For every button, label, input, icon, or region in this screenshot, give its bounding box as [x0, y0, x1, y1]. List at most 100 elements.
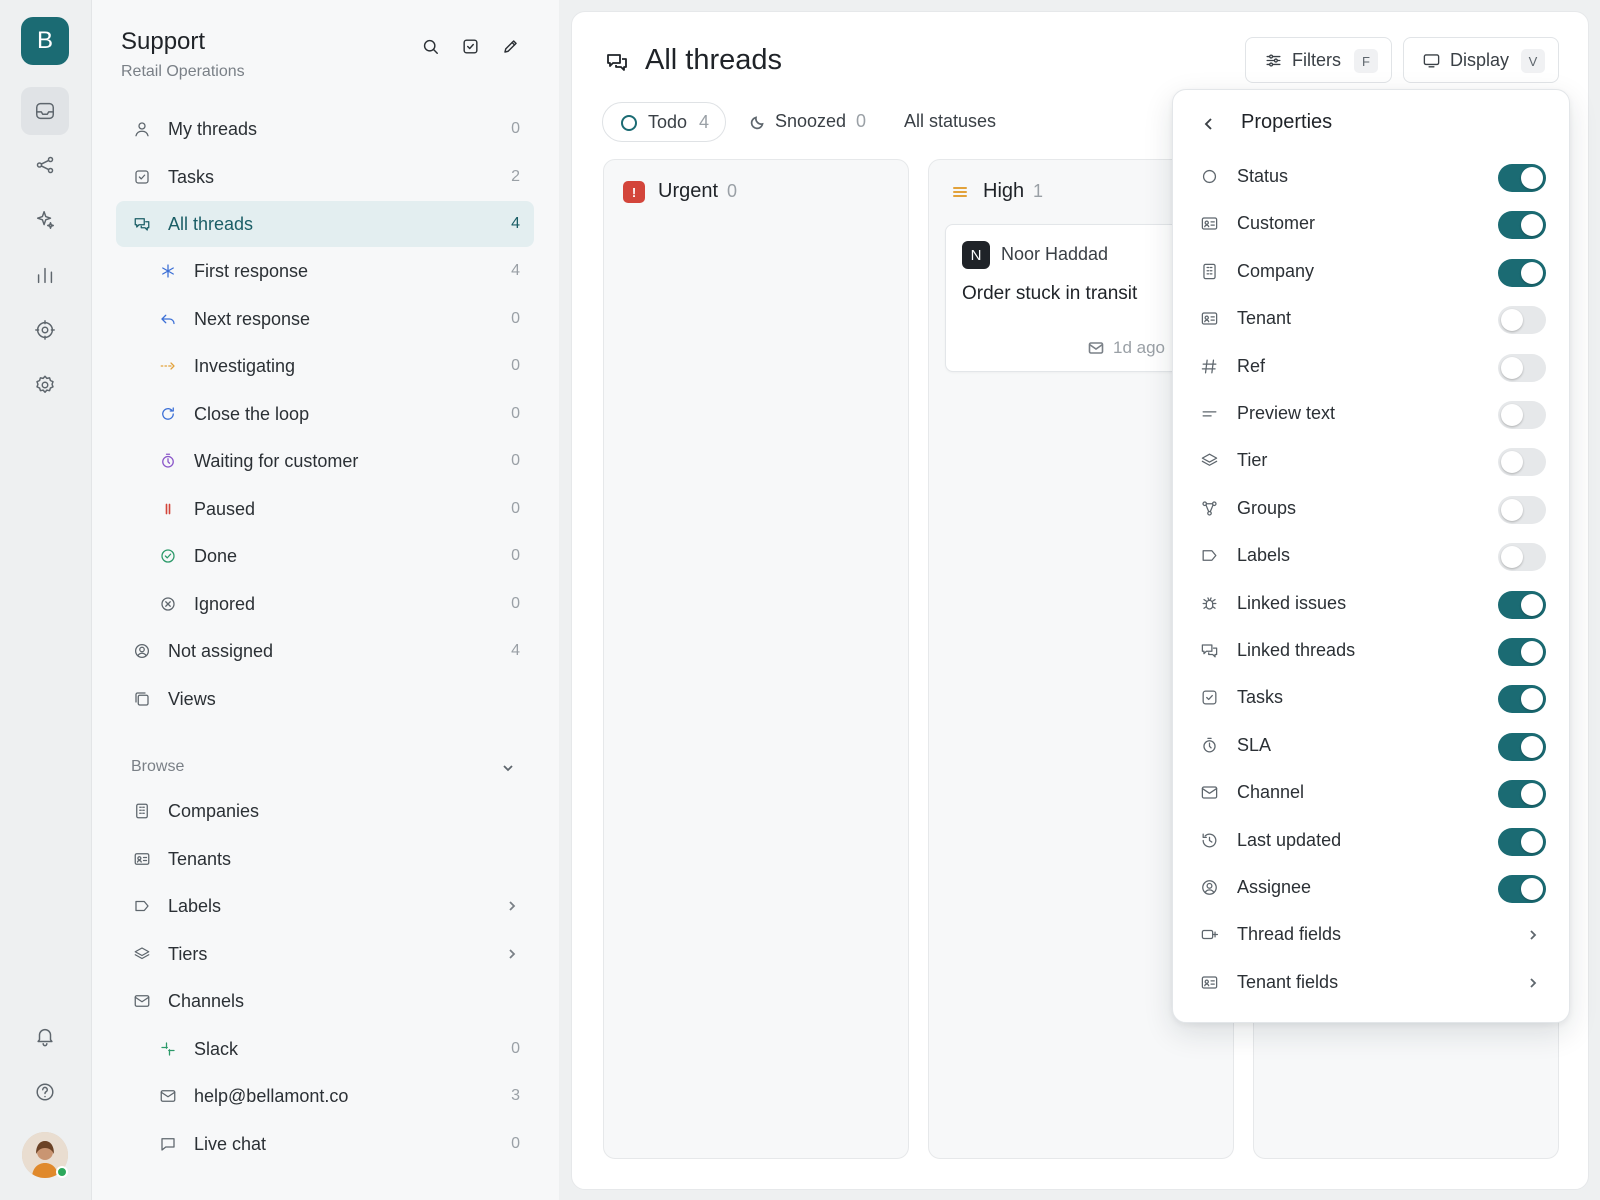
- share-icon[interactable]: [21, 141, 69, 189]
- nav-tenants[interactable]: Tenants: [116, 836, 534, 882]
- chevron-down-icon[interactable]: [500, 760, 516, 776]
- tab-count: 4: [699, 112, 710, 132]
- nav-not-assigned[interactable]: Not assigned 4: [116, 628, 534, 674]
- column-name: High: [983, 180, 1025, 202]
- property-toggle[interactable]: [1498, 401, 1546, 429]
- property-toggle[interactable]: [1498, 164, 1546, 192]
- tab-todo[interactable]: Todo 4: [602, 102, 726, 142]
- help-icon[interactable]: [21, 1068, 69, 1116]
- back-arrow-icon[interactable]: [1201, 116, 1217, 132]
- search-icon[interactable]: [418, 34, 442, 58]
- nav-companies[interactable]: Companies: [116, 788, 534, 834]
- user-circle-icon: [132, 641, 152, 661]
- property-toggle[interactable]: [1498, 543, 1546, 572]
- property-linked-threads[interactable]: Linked threads: [1173, 628, 1571, 674]
- nav-channels[interactable]: Channels: [116, 978, 534, 1024]
- bell-icon[interactable]: [21, 1012, 69, 1060]
- check-square-icon[interactable]: [458, 34, 482, 58]
- nav-views[interactable]: Views: [116, 676, 534, 722]
- tab-label: Todo: [648, 112, 688, 132]
- nav-my-threads[interactable]: My threads 0: [116, 106, 534, 152]
- property-toggle[interactable]: [1498, 827, 1546, 856]
- property-preview-text[interactable]: Preview text: [1173, 391, 1571, 437]
- pencil-icon[interactable]: [498, 34, 522, 58]
- field-icon: [1200, 925, 1220, 945]
- property-status[interactable]: Status: [1173, 154, 1571, 200]
- property-thread-fields[interactable]: Thread fields: [1173, 912, 1571, 958]
- filters-button[interactable]: Filters F: [1245, 37, 1392, 83]
- property-toggle[interactable]: [1498, 258, 1546, 287]
- tab-all-statuses[interactable]: All statuses: [902, 102, 1012, 142]
- nav-tiers[interactable]: Tiers: [116, 931, 534, 977]
- property-tier[interactable]: Tier: [1173, 438, 1571, 484]
- workspace-switcher[interactable]: B: [21, 17, 69, 65]
- nav-label: Tasks: [168, 166, 215, 187]
- nav-label: Ignored: [194, 593, 256, 614]
- nav-label: Done: [194, 545, 238, 566]
- tab-count: 0: [856, 111, 867, 131]
- nav-live-chat[interactable]: Live chat 0: [116, 1121, 534, 1167]
- nav-waiting-for-customer[interactable]: Waiting for customer 0: [116, 438, 534, 484]
- property-toggle[interactable]: [1498, 780, 1546, 809]
- property-groups[interactable]: Groups: [1173, 486, 1571, 532]
- property-tenant-fields[interactable]: Tenant fields: [1173, 960, 1571, 1006]
- property-tasks[interactable]: Tasks: [1173, 675, 1571, 721]
- property-label: Tenant fields: [1237, 971, 1339, 992]
- inbox-icon[interactable]: [21, 87, 69, 135]
- tab-snoozed[interactable]: Snoozed 0: [738, 102, 878, 142]
- property-toggle[interactable]: [1498, 638, 1546, 666]
- nav-count: 0: [511, 547, 520, 564]
- sparkle-icon[interactable]: [21, 196, 69, 244]
- nav-email-channel[interactable]: help@bellamont.co 3: [116, 1073, 534, 1119]
- nav-close-the-loop[interactable]: Close the loop 0: [116, 391, 534, 437]
- property-last-updated[interactable]: Last updated: [1173, 818, 1571, 864]
- nav-next-response[interactable]: Next response 0: [116, 296, 534, 342]
- nav-count: 0: [511, 120, 520, 137]
- toggle-knob: [1501, 546, 1523, 569]
- property-toggle[interactable]: [1498, 732, 1546, 761]
- property-label: Ref: [1237, 355, 1266, 376]
- gear-icon[interactable]: [21, 361, 69, 409]
- property-channel[interactable]: Channel: [1173, 770, 1571, 816]
- property-toggle[interactable]: [1498, 448, 1546, 477]
- stopwatch-icon: [1200, 736, 1220, 756]
- property-tenant[interactable]: Tenant: [1173, 296, 1571, 342]
- chart-icon[interactable]: [21, 251, 69, 299]
- nav-investigating[interactable]: Investigating 0: [116, 343, 534, 389]
- property-company[interactable]: Company: [1173, 249, 1571, 295]
- property-linked-issues[interactable]: Linked issues: [1173, 581, 1571, 627]
- tab-label: All statuses: [904, 111, 997, 131]
- property-toggle[interactable]: [1498, 306, 1546, 335]
- toggle-knob: [1521, 167, 1543, 189]
- property-label: Tasks: [1237, 687, 1284, 708]
- property-customer[interactable]: Customer: [1173, 201, 1571, 247]
- nav-slack[interactable]: Slack 0: [116, 1026, 534, 1072]
- history-icon: [1200, 831, 1220, 851]
- property-ref[interactable]: Ref: [1173, 344, 1571, 390]
- nav-ignored[interactable]: Ignored 0: [116, 581, 534, 627]
- nav-count: 3: [511, 1087, 520, 1104]
- display-button[interactable]: Display V: [1403, 37, 1559, 83]
- property-toggle[interactable]: [1498, 685, 1546, 714]
- property-assignee[interactable]: Assignee: [1173, 865, 1571, 911]
- column-header: ! Urgent 0: [623, 180, 737, 204]
- property-toggle[interactable]: [1498, 211, 1546, 240]
- property-toggle[interactable]: [1498, 875, 1546, 903]
- property-toggle[interactable]: [1498, 495, 1546, 524]
- nav-tasks[interactable]: Tasks 2: [116, 154, 534, 200]
- toggle-knob: [1521, 261, 1543, 284]
- nav-all-threads[interactable]: All threads 4: [116, 201, 534, 247]
- nav-first-response[interactable]: First response 4: [116, 248, 534, 294]
- property-toggle[interactable]: [1498, 590, 1546, 619]
- nav-labels[interactable]: Labels: [116, 883, 534, 929]
- views-icon: [132, 689, 152, 709]
- property-labels[interactable]: Labels: [1173, 533, 1571, 579]
- pause-icon: [158, 499, 178, 519]
- property-toggle[interactable]: [1498, 353, 1546, 382]
- target-icon[interactable]: [21, 306, 69, 354]
- property-sla[interactable]: SLA: [1173, 723, 1571, 769]
- nav-done[interactable]: Done 0: [116, 533, 534, 579]
- nav-label: Not assigned: [168, 640, 274, 661]
- nav-paused[interactable]: Paused 0: [116, 486, 534, 532]
- tag-icon: [1200, 546, 1220, 566]
